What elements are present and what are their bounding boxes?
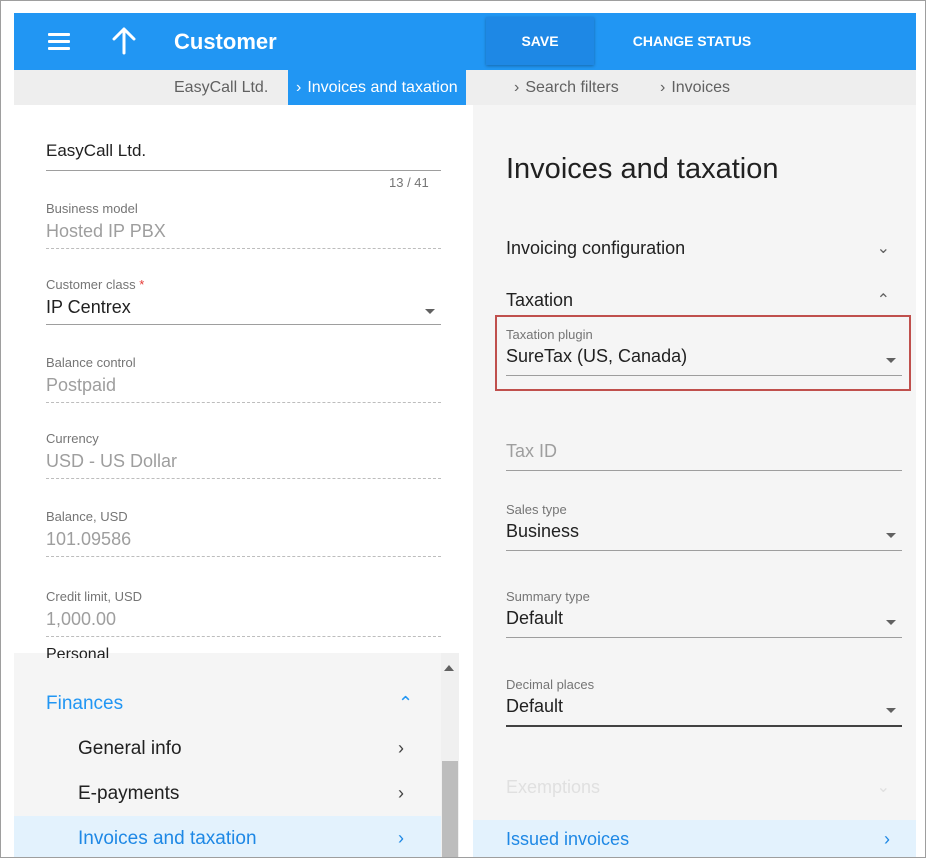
save-button[interactable]: SAVE (486, 17, 594, 65)
section-label: Exemptions (506, 776, 601, 797)
taxation-plugin-select[interactable]: Taxation plugin SureTax (US, Canada) (506, 327, 902, 376)
nav-label: Invoices and taxation (78, 827, 257, 849)
field-value: Hosted IP PBX (46, 221, 441, 249)
customer-name-input[interactable]: EasyCall Ltd. (46, 141, 441, 171)
chevron-right-icon: › (398, 738, 404, 758)
chevron-down-icon: ⌄ (876, 240, 890, 257)
balance-control-field: Balance control Postpaid (46, 355, 441, 403)
field-label: Balance, USD (46, 509, 128, 524)
decimal-places-select[interactable]: Decimal places Default (506, 677, 902, 727)
taxation-section[interactable]: Taxation ⌃ (506, 285, 902, 315)
credit-limit-field: Credit limit, USD 1,000.00 (46, 589, 441, 637)
breadcrumb-item-customer[interactable]: EasyCall Ltd. (174, 70, 268, 105)
field-value: Business (506, 521, 902, 551)
change-status-button[interactable]: CHANGE STATUS (612, 17, 772, 65)
char-counter: 13 / 41 (389, 175, 429, 190)
field-label: Taxation plugin (506, 327, 593, 342)
field-placeholder: Tax ID (506, 441, 902, 471)
app-frame: Customer SAVE CHANGE STATUS EasyCall Ltd… (0, 0, 926, 858)
field-value-text: Default (506, 696, 564, 716)
field-label: Customer class * (46, 277, 441, 292)
exemptions-section[interactable]: Exemptions ⌄ (506, 772, 902, 802)
field-value: Default (506, 608, 902, 638)
nav-item-general-info[interactable]: General info › (14, 726, 454, 771)
field-label: Credit limit, USD (46, 589, 143, 604)
chevron-right-icon: › (884, 829, 890, 849)
scrollbar-thumb[interactable] (442, 761, 458, 857)
field-label: Sales type (506, 502, 567, 517)
field-value-text: Default (506, 608, 564, 628)
chevron-right-icon: › (296, 78, 302, 96)
arrow-up-icon[interactable] (110, 25, 138, 57)
tax-id-input[interactable]: Tax ID (506, 437, 902, 471)
chevron-right-icon: › (398, 828, 404, 848)
nav-label: Finances (46, 692, 124, 714)
breadcrumb-item-invoices-and-taxation[interactable]: › Invoices and taxation (288, 70, 466, 105)
field-label: Business model (46, 201, 138, 216)
field-value-text: Business (506, 521, 580, 541)
field-label: Summary type (506, 589, 590, 604)
nav-item-invoices-and-taxation[interactable]: Invoices and taxation › (14, 816, 454, 857)
dropdown-caret-icon (425, 309, 435, 314)
section-title: Invoices and taxation (506, 153, 779, 185)
nav-item-finances[interactable]: Finances ⌃ (14, 681, 454, 726)
nav-item-personal[interactable]: Personal (46, 646, 109, 658)
breadcrumb-label: Invoices and taxation (307, 78, 458, 96)
field-label: Decimal places (506, 677, 595, 692)
balance-field: Balance, USD 101.09586 (46, 509, 441, 557)
field-value: 1,000.00 (46, 609, 441, 637)
section-label: Issued invoices (506, 829, 630, 849)
issued-invoices-section[interactable]: Issued invoices › (473, 820, 916, 857)
dropdown-caret-icon (886, 620, 896, 625)
nav-item-e-payments[interactable]: E-payments › (14, 771, 454, 816)
dropdown-caret-icon (886, 708, 896, 713)
page-title: Customer (174, 29, 277, 54)
menu-icon[interactable] (48, 33, 70, 50)
required-marker: * (139, 277, 145, 292)
business-model-field: Business model Hosted IP PBX (46, 201, 441, 249)
currency-field: Currency USD - US Dollar (46, 431, 441, 479)
chevron-up-icon: ⌃ (876, 292, 890, 309)
breadcrumb-item-invoices[interactable]: › Invoices (660, 70, 730, 105)
invoicing-configuration-section[interactable]: Invoicing configuration ⌄ (506, 233, 902, 263)
chevron-down-icon: ⌄ (876, 779, 890, 796)
field-value: Postpaid (46, 375, 441, 403)
invoices-taxation-panel: Invoices and taxation Invoicing configur… (473, 105, 916, 857)
breadcrumb-label: Invoices (671, 78, 731, 96)
nav-label: General info (78, 737, 182, 759)
breadcrumb-item-search-filters[interactable]: › Search filters (514, 70, 619, 105)
chevron-up-icon: ⌃ (398, 693, 414, 713)
breadcrumb-label: EasyCall Ltd. (174, 78, 269, 96)
breadcrumb-label: Search filters (525, 78, 619, 96)
field-value: SureTax (US, Canada) (506, 346, 902, 376)
dropdown-caret-icon (886, 358, 896, 363)
section-label: Invoicing configuration (506, 237, 686, 258)
field-value: Default (506, 696, 902, 727)
customer-summary-panel: EasyCall Ltd. 13 / 41 Business model Hos… (14, 105, 454, 857)
sales-type-select[interactable]: Sales type Business (506, 502, 902, 551)
dropdown-caret-icon (886, 533, 896, 538)
field-value: USD - US Dollar (46, 451, 441, 479)
field-label: Currency (46, 431, 99, 446)
chevron-right-icon: › (514, 78, 520, 96)
scroll-up-icon[interactable] (444, 665, 454, 671)
chevron-right-icon: › (398, 783, 404, 803)
section-nav: Personal Finances ⌃ General info › E-pay… (14, 646, 454, 857)
app-header: Customer SAVE CHANGE STATUS (14, 13, 916, 70)
chevron-right-icon: › (660, 78, 666, 96)
customer-class-select[interactable]: Customer class * IP Centrex (46, 277, 441, 325)
field-label: Balance control (46, 355, 136, 370)
field-value: IP Centrex (46, 297, 441, 325)
nav-label: E-payments (78, 782, 180, 804)
summary-type-select[interactable]: Summary type Default (506, 589, 902, 638)
field-value-text: IP Centrex (46, 297, 131, 317)
section-label: Taxation (506, 289, 574, 310)
field-label-text: Customer class (46, 277, 136, 292)
field-value-text: SureTax (US, Canada) (506, 346, 688, 366)
breadcrumb: EasyCall Ltd. › Invoices and taxation › … (14, 70, 916, 105)
field-value: 101.09586 (46, 529, 441, 557)
